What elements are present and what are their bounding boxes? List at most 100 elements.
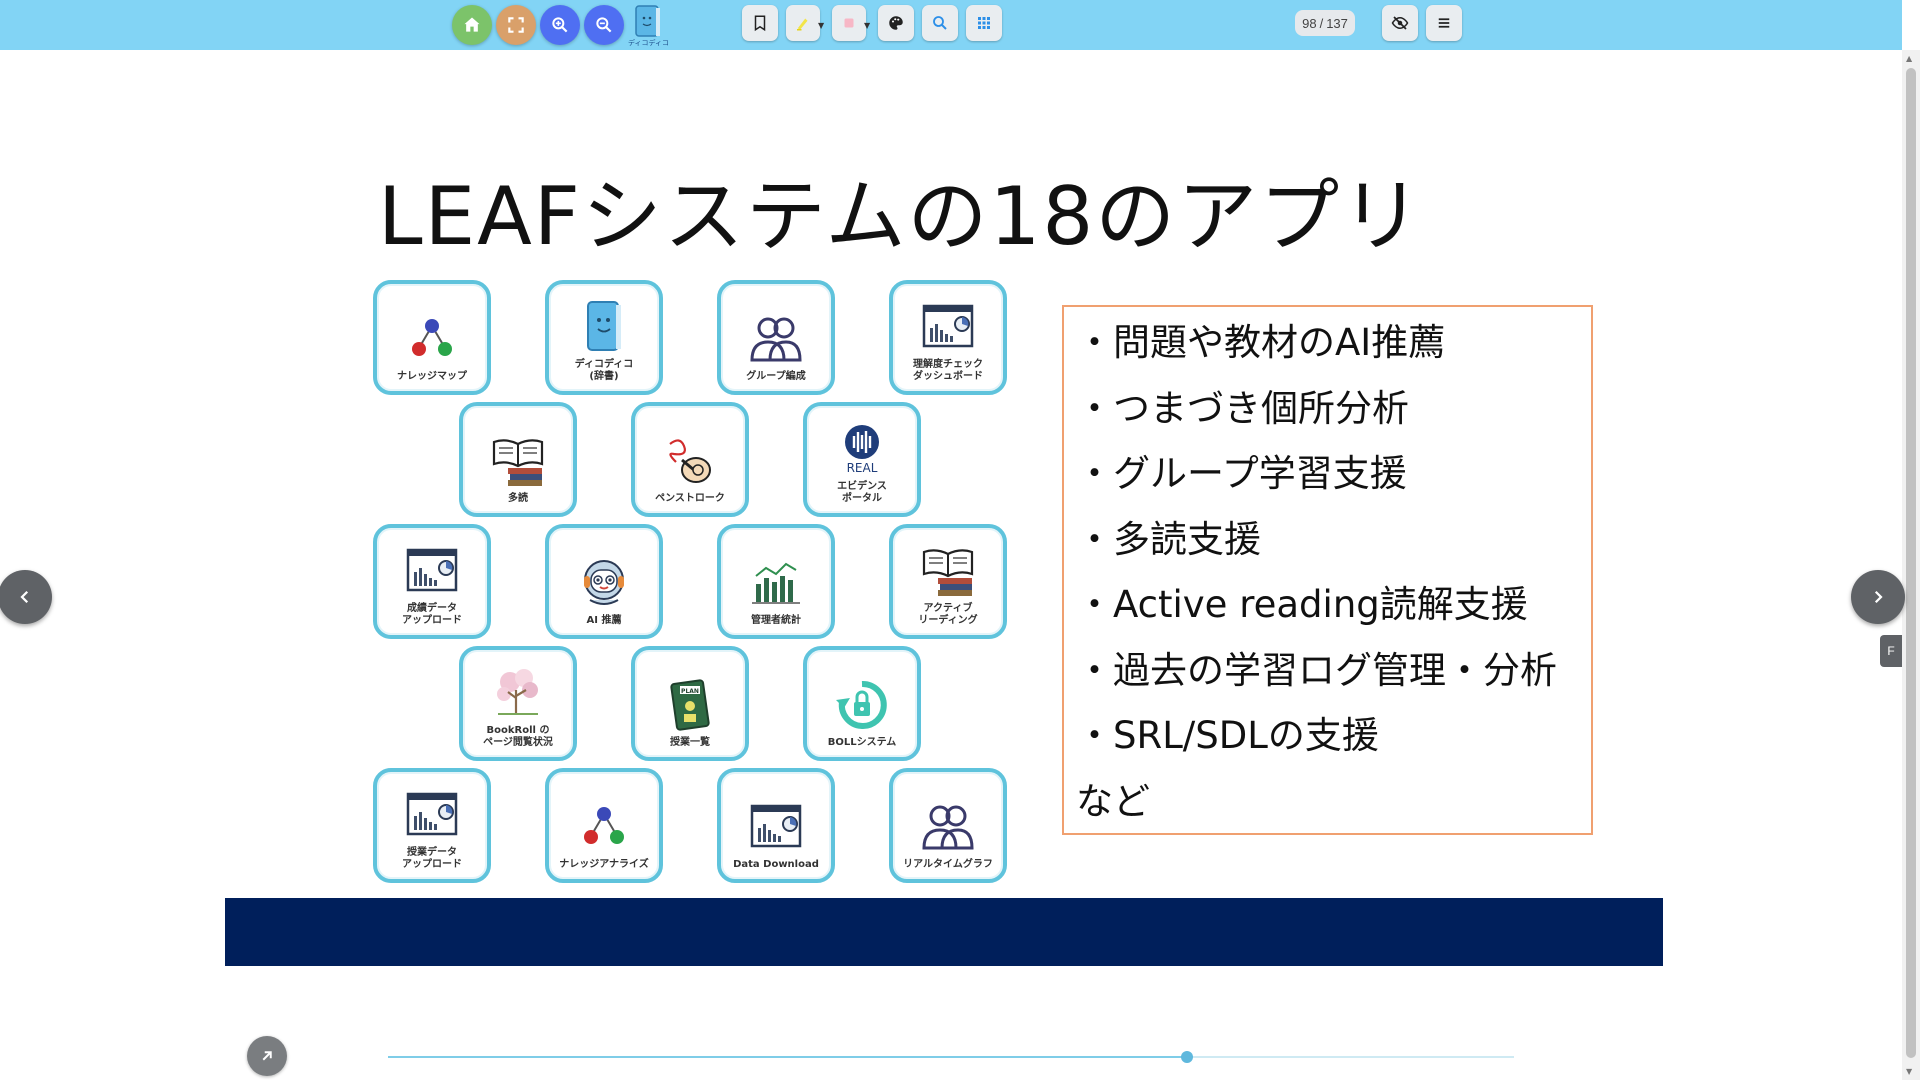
dashboard-chart-icon <box>400 543 464 599</box>
scroll-up-arrow[interactable]: ▲ <box>1906 54 1912 63</box>
feature-item: ・つまづき個所分析 <box>1076 386 1409 430</box>
app-tile[interactable]: 多読 <box>459 402 577 517</box>
knowledge-map-icon <box>400 311 464 367</box>
arrow-up-right-icon <box>262 1051 272 1061</box>
svg-text:REAL: REAL <box>847 461 878 475</box>
search-button[interactable] <box>922 5 958 41</box>
sticky-note-icon <box>844 18 854 28</box>
page-progress-slider[interactable] <box>388 1051 1514 1063</box>
highlighter-dropdown-icon[interactable]: ▼ <box>818 21 824 30</box>
app-tile[interactable]: アクティブ リーディング <box>889 524 1007 639</box>
grid-icon <box>978 17 990 29</box>
search-icon <box>933 16 947 30</box>
app-tile[interactable]: 理解度チェック ダッシュボード <box>889 280 1007 395</box>
app-label: ナレッジマップ <box>397 371 467 382</box>
app-tile[interactable]: ナレッジマップ <box>373 280 491 395</box>
hide-toolbar-button[interactable] <box>1382 5 1418 41</box>
feature-item: ・問題や教材のAI推薦 <box>1076 321 1446 364</box>
app-label: グループ編成 <box>746 371 806 382</box>
group-icon <box>744 311 808 367</box>
dictionary-app-button[interactable]: ディコディコ <box>628 4 669 47</box>
palette-icon <box>889 16 903 30</box>
app-label: AI 推薦 <box>586 615 622 626</box>
vertical-scrollbar[interactable]: ▲ ▼ <box>1902 50 1920 1080</box>
app-label: 成績データ アップロード <box>402 603 462 626</box>
app-label: 授業一覧 <box>670 737 710 748</box>
menu-icon <box>1438 18 1450 28</box>
home-icon <box>464 17 480 32</box>
app-tile[interactable]: ペンストローク <box>631 402 749 517</box>
side-panel-tab[interactable]: F <box>1880 635 1902 667</box>
app-tile[interactable]: Data Download <box>717 768 835 883</box>
app-label: ナレッジアナライズ <box>559 859 649 870</box>
app-tile[interactable]: BookRoll の ページ閲覧状況 <box>459 646 577 761</box>
app-tile[interactable]: 成績データ アップロード <box>373 524 491 639</box>
zoom-in-icon <box>552 17 568 33</box>
home-button[interactable] <box>452 5 492 45</box>
page-total: 137 <box>1326 15 1348 31</box>
app-tile[interactable]: ナレッジアナライズ <box>545 768 663 883</box>
thumbnails-grid-button[interactable] <box>966 5 1002 41</box>
app-tile[interactable]: BOLLシステム <box>803 646 921 761</box>
real-evidence-icon: REAL <box>830 421 894 477</box>
app-tile[interactable]: ディコディコ (辞書) <box>545 280 663 395</box>
zoom-out-button[interactable] <box>584 5 624 45</box>
feature-item: など <box>1076 779 1150 823</box>
apps-panel: ナレッジマップ ディコディコ (辞書) グループ編成 理解度チェック ダッシュボード多… <box>245 272 1125 884</box>
progress-knob[interactable] <box>1181 1051 1194 1063</box>
sticky-note-button[interactable] <box>832 5 866 41</box>
slide-title: LEAFシステムの18のアプリ <box>378 170 1424 263</box>
top-toolbar: ディコディコ ▼ ▼ 98 / 137 <box>0 0 1902 50</box>
app-tile[interactable]: PLAN 授業一覧 <box>631 646 749 761</box>
progress-fill <box>388 1056 1188 1058</box>
app-label: 授業データ アップロード <box>402 847 462 870</box>
app-label: アクティブ リーディング <box>918 603 978 626</box>
app-tile[interactable]: AI 推薦 <box>545 524 663 639</box>
menu-button[interactable] <box>1426 5 1462 41</box>
bookmark-button[interactable] <box>742 5 778 41</box>
feature-item: ・Active reading読解支援 <box>1076 583 1528 626</box>
slide-footer-band <box>225 898 1663 966</box>
fullscreen-button[interactable] <box>496 5 536 45</box>
eye-off-icon <box>1391 16 1409 30</box>
zoom-in-button[interactable] <box>540 5 580 45</box>
app-tile[interactable]: 管理者統計 <box>717 524 835 639</box>
group-icon <box>916 799 980 855</box>
dashboard-chart-icon <box>400 787 464 843</box>
previous-page-button[interactable] <box>0 570 52 624</box>
page-counter[interactable]: 98 / 137 <box>1295 10 1355 36</box>
highlighter-icon <box>797 18 808 31</box>
page-separator: / <box>1319 15 1324 31</box>
chevron-right-icon <box>1874 590 1883 604</box>
app-label: ペンストローク <box>655 493 725 504</box>
fullscreen-icon <box>508 17 524 33</box>
app-label: BOLLシステム <box>827 737 897 748</box>
chevron-left-icon <box>20 590 29 604</box>
scrollbar-thumb[interactable] <box>1906 68 1916 1058</box>
app-tile[interactable]: 授業データ アップロード <box>373 768 491 883</box>
tree-icon <box>486 665 550 721</box>
app-label: BookRoll の ページ閲覧状況 <box>483 725 553 748</box>
highlighter-button[interactable] <box>786 5 820 41</box>
bookmark-icon <box>754 15 766 32</box>
expand-button[interactable] <box>247 1036 287 1076</box>
app-tile[interactable]: REAL エビデンス ポータル <box>803 402 921 517</box>
palette-button[interactable] <box>878 5 914 41</box>
sticky-note-dropdown-icon[interactable]: ▼ <box>864 21 870 30</box>
app-tile[interactable]: グループ編成 <box>717 280 835 395</box>
features-list: ・問題や教材のAI推薦 ・つまづき個所分析 ・グループ学習支援 ・多読支援 ・Activ… <box>1062 305 1593 835</box>
lock-cycle-icon <box>830 677 894 733</box>
app-label: エビデンス ポータル <box>837 481 887 504</box>
bar-stats-icon <box>744 555 808 611</box>
zoom-out-icon <box>596 17 612 33</box>
pen-stroke-icon <box>658 433 722 489</box>
books-icon <box>486 433 550 489</box>
app-label: 理解度チェック ダッシュボード <box>913 359 983 382</box>
plan-notebook-icon: PLAN <box>658 677 722 733</box>
app-label: Data Download <box>733 859 819 870</box>
app-tile[interactable]: リアルタイムグラフ <box>889 768 1007 883</box>
svg-text:PLAN: PLAN <box>681 688 699 695</box>
feature-item: ・グループ学習支援 <box>1076 452 1407 495</box>
scroll-down-arrow[interactable]: ▼ <box>1906 1067 1912 1076</box>
next-page-button[interactable] <box>1851 570 1905 624</box>
